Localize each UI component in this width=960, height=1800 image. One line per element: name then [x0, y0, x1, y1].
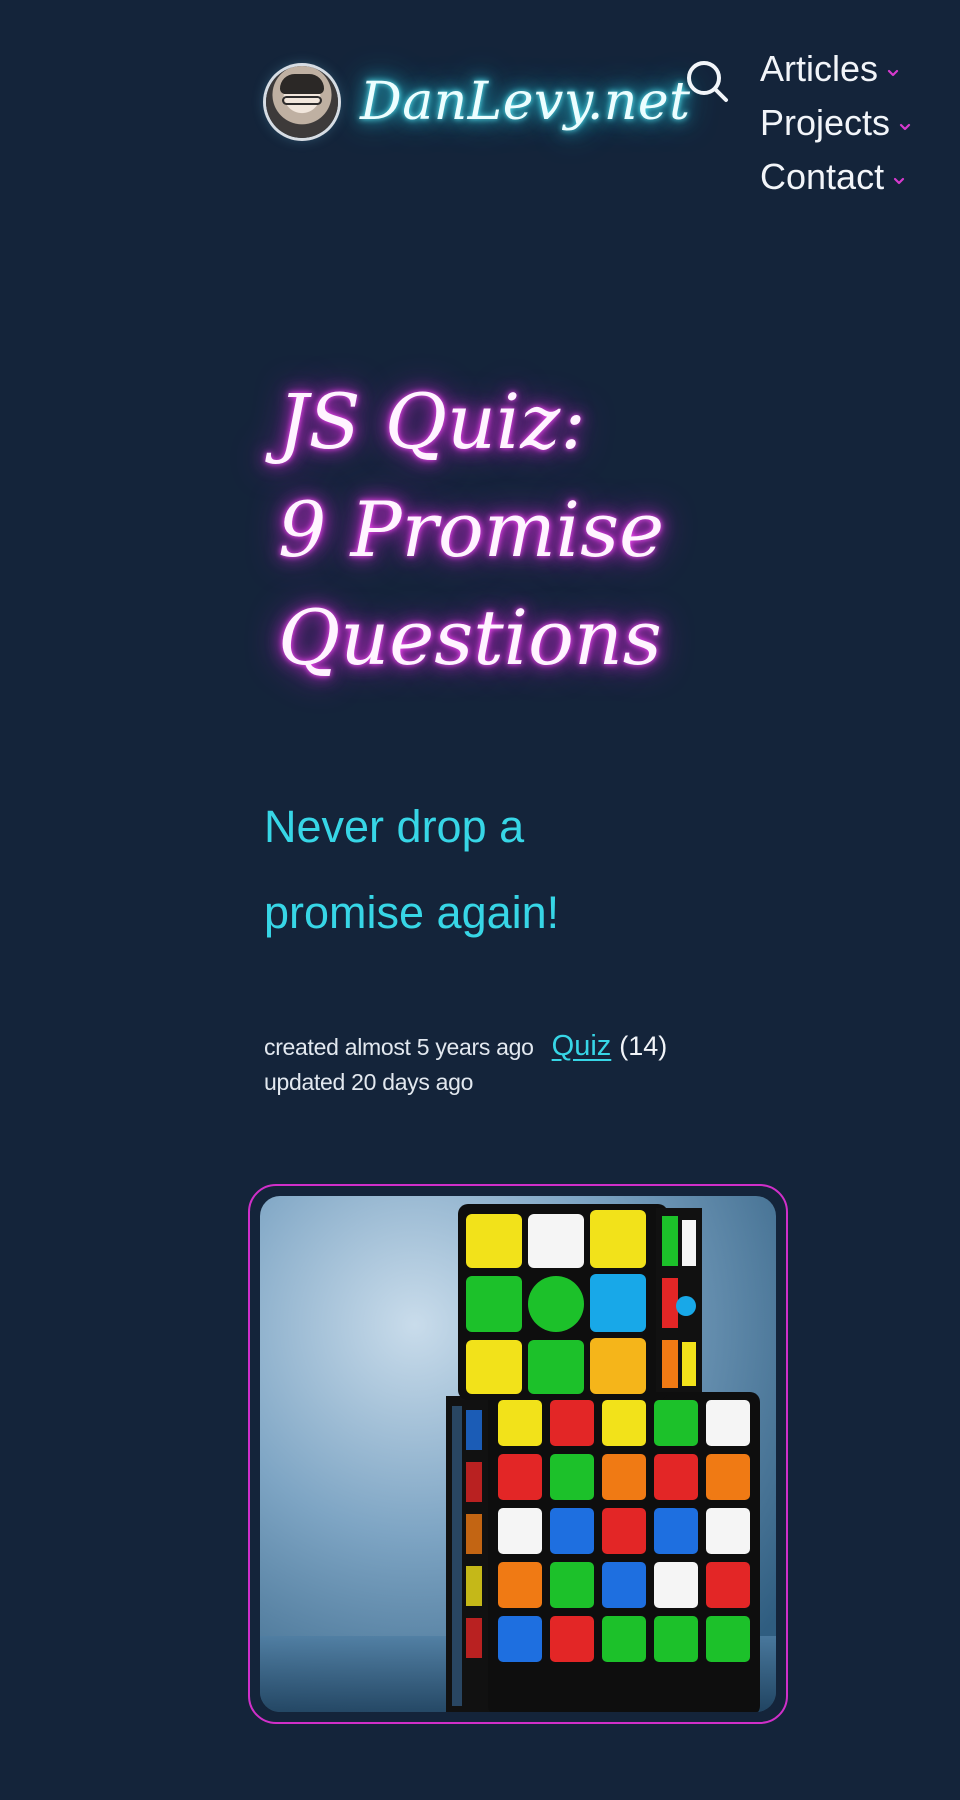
search-button[interactable] — [684, 58, 732, 106]
article-meta: created almost 5 years ago Quiz (14) upd… — [264, 1030, 824, 1096]
cover-image-frame — [248, 1184, 788, 1724]
title-line: JS Quiz: — [278, 377, 586, 466]
avatar — [266, 66, 338, 138]
nav-item-label: Projects — [760, 102, 891, 143]
main-nav: Articles Projects Contact — [760, 42, 960, 204]
search-icon — [687, 61, 728, 102]
tag-link-quiz[interactable]: Quiz — [552, 1030, 612, 1063]
rubiks-cube-illustration — [260, 1196, 776, 1712]
nav-item-articles[interactable]: Articles — [760, 42, 960, 96]
chevron-down-icon — [887, 69, 899, 77]
title-line: 9 Promise — [278, 485, 665, 574]
updated-date: updated 20 days ago — [264, 1069, 474, 1095]
site-header: DanLevy.net Articles Projects Contact — [0, 0, 960, 220]
page-title: JS Quiz: 9 Promise Questions — [278, 368, 798, 692]
brand-home-link[interactable]: DanLevy.net — [266, 66, 691, 138]
title-line: Questions — [278, 593, 662, 682]
subtitle-line: Never drop a — [264, 801, 525, 852]
subtitle-line: promise again! — [264, 887, 560, 938]
nav-item-label: Contact — [760, 156, 885, 197]
cover-image — [260, 1196, 776, 1712]
chevron-down-icon — [893, 177, 905, 185]
created-date: created almost 5 years ago — [264, 1034, 534, 1060]
article-subtitle: Never drop a promise again! — [264, 784, 724, 956]
meta-row-updated: updated 20 days ago — [264, 1069, 824, 1096]
nav-item-label: Articles — [760, 48, 879, 89]
site-logo-text: DanLevy.net — [360, 72, 691, 132]
nav-item-contact[interactable]: Contact — [760, 150, 960, 204]
nav-item-projects[interactable]: Projects — [760, 96, 960, 150]
tag-count: (14) — [619, 1031, 668, 1061]
chevron-down-icon — [899, 123, 911, 131]
meta-row-created: created almost 5 years ago Quiz (14) — [264, 1030, 824, 1063]
